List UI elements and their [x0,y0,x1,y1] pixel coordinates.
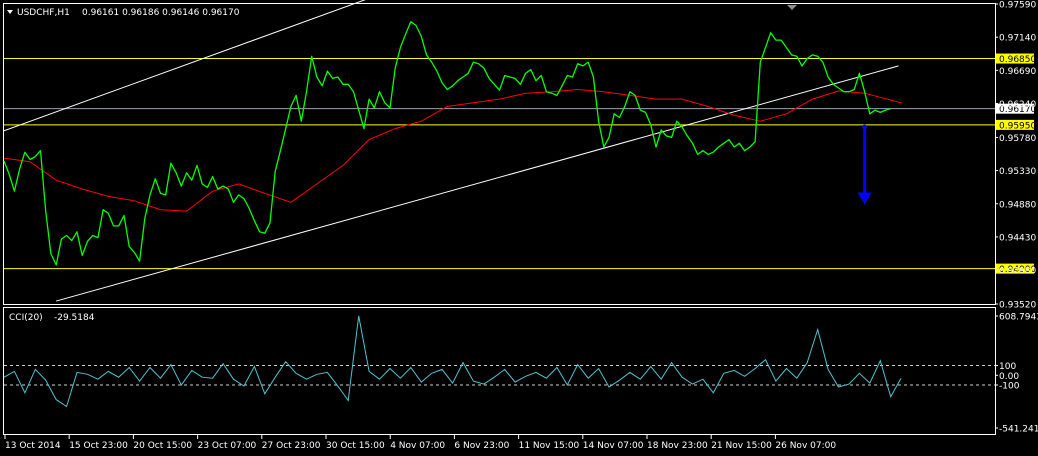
cci-indicator: 608.7943 1000.00-100 -541.2411 [3,313,1038,435]
x-tick-label: 20 Oct 15:00 [133,441,192,451]
x-tick-label: 26 Nov 07:00 [775,441,836,451]
y-tick-label: 0.95330 [999,167,1036,177]
x-tick-label: 11 Nov 15:00 [519,441,580,451]
moving-average [3,88,902,212]
cci-series-line [3,315,902,408]
y-tick-label: 0.97140 [999,34,1036,44]
x-tick-label: 6 Nov 23:00 [454,441,509,451]
x-tick-label: 13 Oct 2014 [5,441,61,451]
y-tick-label: 0.96690 [999,67,1036,77]
x-tick-label: 15 Oct 23:00 [69,441,128,451]
cci-y-tick-label: 608.7943 [999,313,1038,323]
chart-title: USDCHF,H1 [17,8,70,18]
x-tick-label: 4 Nov 07:00 [390,441,445,451]
y-tick-label: 0.95780 [999,134,1036,144]
chart-shift-marker-icon[interactable] [787,5,797,10]
chart-root: 0.968500.959500.940000.96170 608.7943100… [3,0,1038,451]
level-price-label: 0.95950 [999,121,1036,131]
y-tick-label: 0.93980 [999,267,1036,277]
y-tick-label: 0.94880 [999,200,1036,210]
y-tick-label: 0.96240 [999,100,1036,110]
level-price-label: 0.96850 [999,55,1036,65]
x-tick-label: 30 Oct 15:00 [326,441,385,451]
trend-channel [3,0,899,302]
level-lines: 0.968500.959500.940000.96170 [4,53,1036,275]
x-tick-label: 14 Nov 07:00 [583,441,644,451]
arrow-head [857,192,872,205]
x-tick-label: 27 Oct 23:00 [262,441,321,451]
cci-y-tick-label: -100 [999,382,1020,392]
cci-y-tick-label: -541.2411 [999,425,1038,435]
cci-y-tick-label: 100 [999,362,1016,372]
y-tick-label: 0.97590 [999,1,1036,11]
moving-average-line [3,88,902,212]
x-tick-label: 18 Nov 23:00 [647,441,708,451]
x-tick-label: 21 Nov 15:00 [711,441,772,451]
annotation-arrow [857,124,872,205]
menu-arrow-icon[interactable] [7,10,13,14]
cci-y-tick-label: 0.00 [999,372,1019,382]
cci-header-value: -29.5184 [54,313,95,323]
cci-panel-frame [3,307,996,435]
y-tick-label: 0.94430 [999,233,1036,243]
x-tick-label: 23 Oct 07:00 [198,441,257,451]
chart-header-values: 0.96161 0.96186 0.96146 0.96170 [82,8,240,18]
price-panel-frame [3,3,996,305]
channel-line [3,0,366,132]
cci-title: CCI(20) [9,313,43,323]
x-axis: 13 Oct 2014 15 Oct 23:00 20 Oct 15:00 23 Oc… [4,435,836,451]
y-tick-label: 0.93520 [999,301,1036,311]
